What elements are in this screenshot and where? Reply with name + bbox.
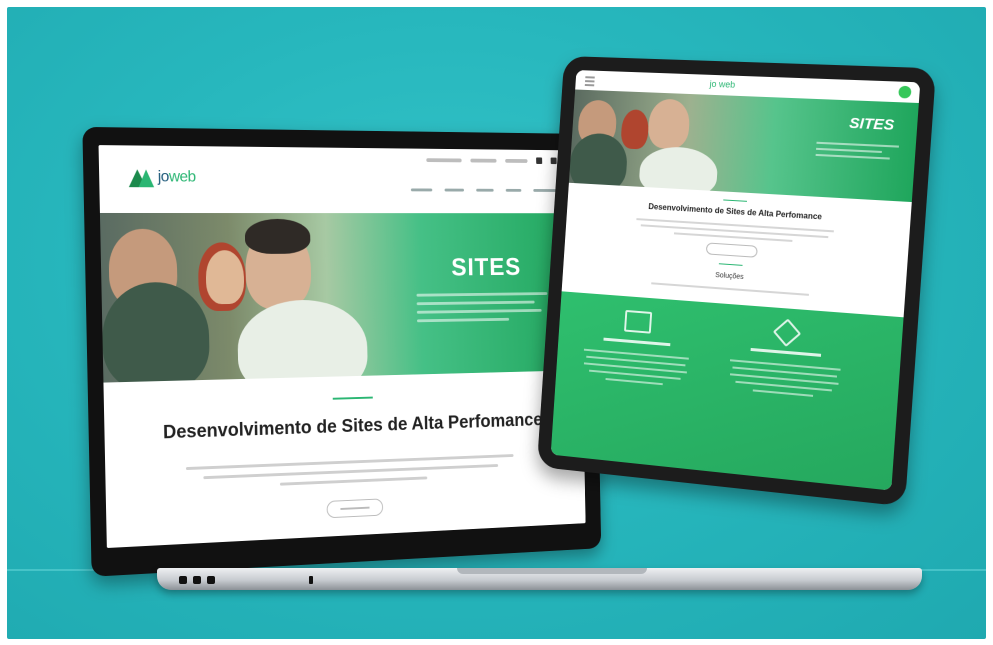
laptop-screen: joweb SITES Desenvolvimento de Sites de …: [98, 145, 586, 549]
solutions-section: [550, 291, 904, 491]
facebook-icon[interactable]: [536, 157, 543, 164]
solution-card: [572, 306, 701, 393]
usb-port: [193, 576, 201, 584]
tablet-hero-text: [815, 141, 899, 164]
nav-item[interactable]: [505, 188, 522, 192]
layout-icon: [624, 309, 653, 334]
tablet-heading: Desenvolvimento de Sites de Alta Perfoma…: [648, 202, 823, 222]
instagram-icon[interactable]: [550, 157, 557, 165]
menu-icon[interactable]: [584, 76, 595, 88]
section-heading: Desenvolvimento de Sites de Alta Perfoma…: [162, 410, 543, 444]
solution-title: [603, 337, 671, 347]
tablet-hero: SITES: [568, 89, 919, 203]
top-link[interactable]: [470, 158, 497, 163]
person-photo: [236, 299, 369, 383]
section-divider: [332, 396, 373, 400]
section-divider: [718, 263, 743, 266]
laptop-base: [157, 568, 922, 590]
site-header: joweb: [98, 145, 580, 214]
person-photo: [638, 145, 719, 200]
tablet-hero-title: SITES: [848, 114, 895, 134]
usb-port: [207, 576, 215, 584]
nav-menu: [410, 188, 559, 192]
house-icon: [772, 318, 802, 347]
power-indicator: [309, 576, 313, 584]
hero-banner: SITES: [99, 212, 583, 383]
tablet-screen: jo web SITES Desenvolvimento de Sites de…: [550, 70, 921, 491]
nav-item[interactable]: [410, 188, 433, 192]
tablet-logo[interactable]: jo web: [709, 79, 735, 90]
top-link[interactable]: [426, 157, 462, 162]
solution-card: [718, 318, 854, 406]
nav-item[interactable]: [476, 188, 494, 192]
tablet-cta-button[interactable]: [705, 242, 758, 258]
person-photo: [568, 132, 629, 194]
top-bar: [426, 156, 557, 165]
person-photo: [101, 281, 211, 383]
section-divider: [722, 199, 747, 202]
cta-button[interactable]: [326, 498, 384, 519]
solution-text: [573, 348, 699, 388]
solution-text: [718, 358, 851, 400]
trackpad-notch: [457, 568, 647, 574]
nav-item[interactable]: [444, 188, 464, 192]
laptop: joweb SITES Desenvolvimento de Sites de …: [82, 126, 602, 577]
usb-port: [179, 576, 187, 584]
person-photo: [244, 218, 311, 255]
tablet-intro: Desenvolvimento de Sites de Alta Perfoma…: [562, 190, 912, 303]
top-link[interactable]: [505, 158, 528, 163]
logo-icon: [128, 167, 154, 187]
logo-text: joweb: [157, 168, 196, 186]
whatsapp-icon[interactable]: [898, 85, 912, 99]
intro-section: Desenvolvimento de Sites de Alta Perfoma…: [103, 370, 586, 549]
solution-title: [750, 347, 822, 357]
section-text: [185, 454, 514, 490]
promo-image: joweb SITES Desenvolvimento de Sites de …: [7, 7, 986, 639]
tablet-text: [635, 218, 834, 244]
person-photo: [205, 250, 245, 305]
tablet: jo web SITES Desenvolvimento de Sites de…: [536, 55, 937, 507]
hero-text: [416, 292, 548, 328]
site-logo[interactable]: joweb: [128, 167, 196, 187]
person-photo: [647, 98, 691, 150]
hero-title: SITES: [451, 252, 522, 282]
person-photo: [620, 109, 650, 150]
